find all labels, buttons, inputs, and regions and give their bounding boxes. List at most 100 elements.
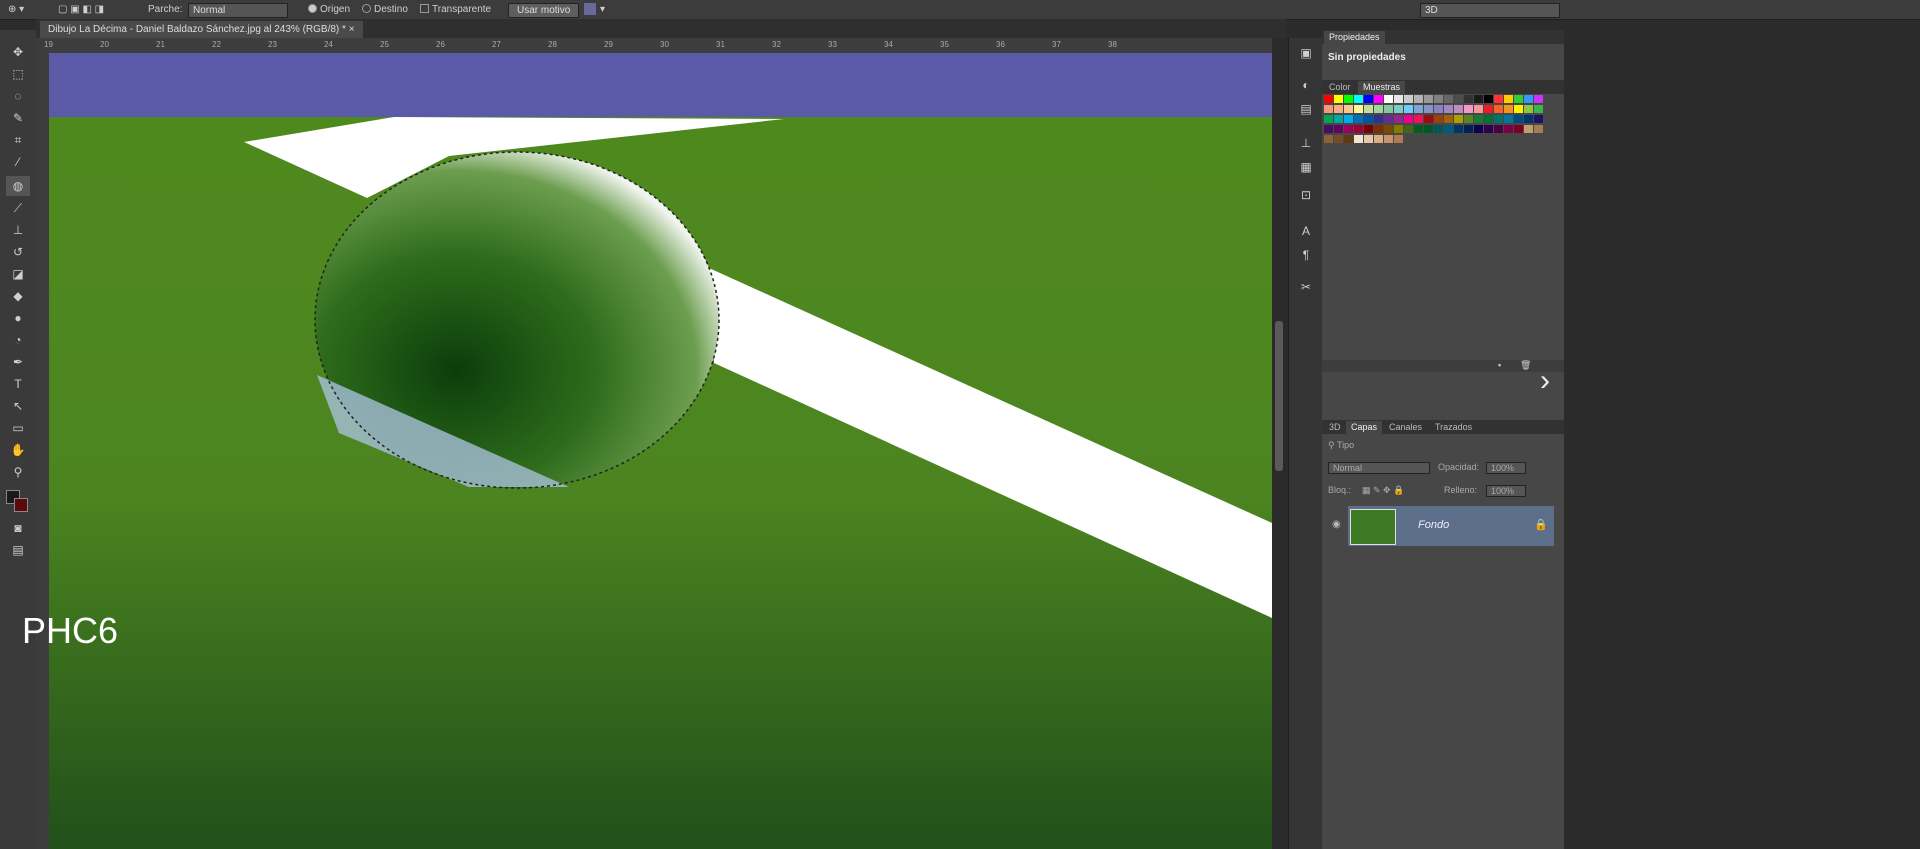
color-swatch[interactable] bbox=[1444, 105, 1453, 113]
color-swatch[interactable] bbox=[1434, 115, 1443, 123]
color-swatch[interactable] bbox=[1414, 105, 1423, 113]
color-swatch[interactable] bbox=[1424, 125, 1433, 133]
color-swatch[interactable] bbox=[1324, 105, 1333, 113]
tab-layers[interactable]: Capas bbox=[1346, 421, 1383, 434]
paragraph-icon[interactable]: ¶ bbox=[1296, 246, 1316, 264]
crop-tool-icon[interactable]: ⌗ bbox=[6, 130, 30, 150]
color-swatch[interactable] bbox=[1534, 105, 1543, 113]
source-radio[interactable]: Origen bbox=[308, 3, 350, 16]
clone-stamp-tool-icon[interactable]: ⊥ bbox=[6, 220, 30, 240]
color-swatch[interactable] bbox=[1384, 105, 1393, 113]
color-swatch[interactable] bbox=[1454, 105, 1463, 113]
color-swatch[interactable] bbox=[1354, 115, 1363, 123]
color-swatch[interactable] bbox=[1444, 125, 1453, 133]
move-tool-icon[interactable]: ✥ bbox=[6, 42, 30, 62]
fill-input[interactable]: 100% bbox=[1486, 485, 1526, 497]
tab-paths[interactable]: Trazados bbox=[1430, 421, 1477, 434]
color-swatch[interactable] bbox=[1454, 125, 1463, 133]
color-swatch[interactable] bbox=[1394, 95, 1403, 103]
tab-channels[interactable]: Canales bbox=[1384, 421, 1427, 434]
color-swatch[interactable] bbox=[1414, 125, 1423, 133]
color-swatch[interactable] bbox=[1524, 125, 1533, 133]
clone-source-icon[interactable]: ⊥ bbox=[1296, 134, 1316, 152]
color-swatch[interactable] bbox=[1454, 95, 1463, 103]
color-swatch[interactable] bbox=[1334, 105, 1343, 113]
color-swatch[interactable] bbox=[1384, 125, 1393, 133]
color-swatch[interactable] bbox=[1464, 115, 1473, 123]
color-swatch[interactable] bbox=[1374, 115, 1383, 123]
color-swatch[interactable] bbox=[1344, 95, 1353, 103]
selection-mode-icons[interactable]: ▢ ▣ ◧ ◨ bbox=[58, 3, 104, 16]
color-swatch[interactable] bbox=[1514, 125, 1523, 133]
color-swatch[interactable] bbox=[1434, 95, 1443, 103]
tab-3d[interactable]: 3D bbox=[1324, 421, 1346, 434]
color-swatch[interactable] bbox=[1404, 95, 1413, 103]
color-swatch[interactable] bbox=[1354, 95, 1363, 103]
new-swatch-icon[interactable]: ▪ bbox=[1498, 360, 1501, 370]
color-swatch[interactable] bbox=[1514, 105, 1523, 113]
paint-bucket-tool-icon[interactable]: ◆ bbox=[6, 286, 30, 306]
color-swatch[interactable] bbox=[1334, 125, 1343, 133]
color-swatch[interactable] bbox=[1474, 125, 1483, 133]
color-swatch[interactable] bbox=[1484, 125, 1493, 133]
shape-tool-icon[interactable]: ▭ bbox=[6, 418, 30, 438]
layer-row-background[interactable]: ◉ Fondo 🔒 bbox=[1332, 506, 1554, 546]
color-swatch[interactable] bbox=[1474, 105, 1483, 113]
blur-tool-icon[interactable]: ● bbox=[6, 308, 30, 328]
color-swatch[interactable] bbox=[1444, 95, 1453, 103]
pattern-picker[interactable] bbox=[584, 3, 596, 15]
color-swatch[interactable] bbox=[1534, 125, 1543, 133]
use-pattern-button[interactable]: Usar motivo bbox=[508, 3, 580, 18]
color-swatch[interactable] bbox=[1504, 95, 1513, 103]
close-tab-icon[interactable]: × bbox=[349, 24, 355, 35]
screen-mode-icon[interactable]: ▤ bbox=[6, 540, 30, 560]
blend-mode-select[interactable]: Normal bbox=[1328, 462, 1430, 474]
color-swatch[interactable] bbox=[1494, 105, 1503, 113]
scroll-thumb[interactable] bbox=[1275, 321, 1283, 471]
dodge-tool-icon[interactable]: ◔ bbox=[6, 330, 30, 350]
color-swatch[interactable] bbox=[1514, 115, 1523, 123]
color-swatch[interactable] bbox=[1434, 125, 1443, 133]
color-swatch[interactable] bbox=[1374, 95, 1383, 103]
color-swatch[interactable] bbox=[1424, 95, 1433, 103]
marquee-tool-icon[interactable]: ⬚ bbox=[6, 64, 30, 84]
color-swatch[interactable] bbox=[1434, 105, 1443, 113]
eye-icon[interactable]: ◉ bbox=[1332, 519, 1341, 530]
color-swatch[interactable] bbox=[1344, 115, 1353, 123]
color-swatch[interactable] bbox=[1394, 135, 1403, 143]
quick-selection-tool-icon[interactable]: ✎ bbox=[6, 108, 30, 128]
color-swatch[interactable] bbox=[1534, 95, 1543, 103]
color-swatch[interactable] bbox=[1504, 115, 1513, 123]
color-swatch[interactable] bbox=[1424, 105, 1433, 113]
brush-tool-icon[interactable]: ⟋ bbox=[6, 198, 30, 218]
color-swatch[interactable] bbox=[1364, 135, 1373, 143]
vertical-scrollbar[interactable] bbox=[1272, 38, 1286, 849]
delete-swatch-icon[interactable]: 🗑 bbox=[1520, 360, 1531, 371]
color-swatch[interactable] bbox=[1464, 125, 1473, 133]
tool-presets-icon[interactable]: ✂ bbox=[1296, 278, 1316, 296]
opacity-input[interactable]: 100% bbox=[1486, 462, 1526, 474]
color-swatch[interactable] bbox=[1494, 125, 1503, 133]
color-swatch[interactable] bbox=[1344, 135, 1353, 143]
color-swatch[interactable] bbox=[1524, 115, 1533, 123]
adjustments-icon[interactable]: ◐ bbox=[1296, 76, 1316, 94]
tab-color[interactable]: Color bbox=[1324, 81, 1356, 94]
color-swatch[interactable] bbox=[1484, 95, 1493, 103]
color-swatch[interactable] bbox=[1334, 135, 1343, 143]
patch-tool-icon[interactable]: ⊕ ▾ bbox=[8, 3, 24, 16]
path-selection-tool-icon[interactable]: ↖ bbox=[6, 396, 30, 416]
document-tab[interactable]: Dibujo La Décima - Daniel Baldazo Sánche… bbox=[40, 21, 363, 38]
color-swatch[interactable] bbox=[1344, 105, 1353, 113]
pattern-dropdown-icon[interactable]: ▾ bbox=[600, 3, 605, 16]
color-swatch[interactable] bbox=[1424, 115, 1433, 123]
lasso-tool-icon[interactable]: ◌ bbox=[6, 86, 30, 106]
eyedropper-tool-icon[interactable]: ⁄ bbox=[6, 152, 30, 172]
color-swatch[interactable] bbox=[1474, 95, 1483, 103]
color-swatch[interactable] bbox=[1404, 115, 1413, 123]
color-swatch[interactable] bbox=[1504, 125, 1513, 133]
color-swatch[interactable] bbox=[1394, 125, 1403, 133]
color-swatch[interactable] bbox=[1384, 115, 1393, 123]
hand-tool-icon[interactable]: ✋ bbox=[6, 440, 30, 460]
color-swatch[interactable] bbox=[1384, 135, 1393, 143]
color-swatch[interactable] bbox=[1494, 115, 1503, 123]
